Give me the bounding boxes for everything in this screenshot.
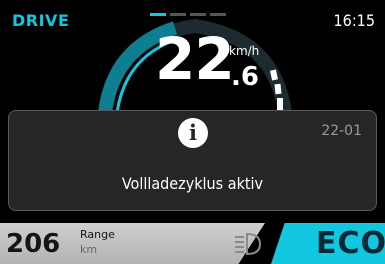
info-icon: i [178, 118, 208, 148]
message-text: Vollladezyklus aktiv [121, 174, 264, 193]
range-label: Range [80, 228, 115, 241]
ride-mode-label: ECO [316, 226, 385, 261]
speed-unit: km/h [229, 44, 260, 58]
speed-decimal: .6 [231, 62, 259, 92]
page-dot-4 [210, 13, 226, 16]
headlight-icon [235, 232, 262, 256]
clock: 16:15 [333, 11, 375, 30]
page-dot-3 [190, 13, 206, 16]
page-dot-2 [170, 13, 186, 16]
range-unit: km [80, 243, 98, 256]
display-screen: DRIVE 16:15 22 km/h .6 i 22-01 Vollladez… [0, 0, 385, 264]
page-indicator [150, 13, 226, 16]
message-code: 22-01 [321, 123, 362, 139]
drive-mode-label: DRIVE [12, 11, 70, 30]
info-popup[interactable]: i 22-01 Vollladezyklus aktiv [8, 110, 377, 211]
page-dot-1 [150, 13, 166, 16]
speed-value: 22 [155, 25, 235, 93]
bottom-bar: 206 Range km ECO [0, 223, 385, 264]
range-value: 206 [6, 229, 61, 259]
